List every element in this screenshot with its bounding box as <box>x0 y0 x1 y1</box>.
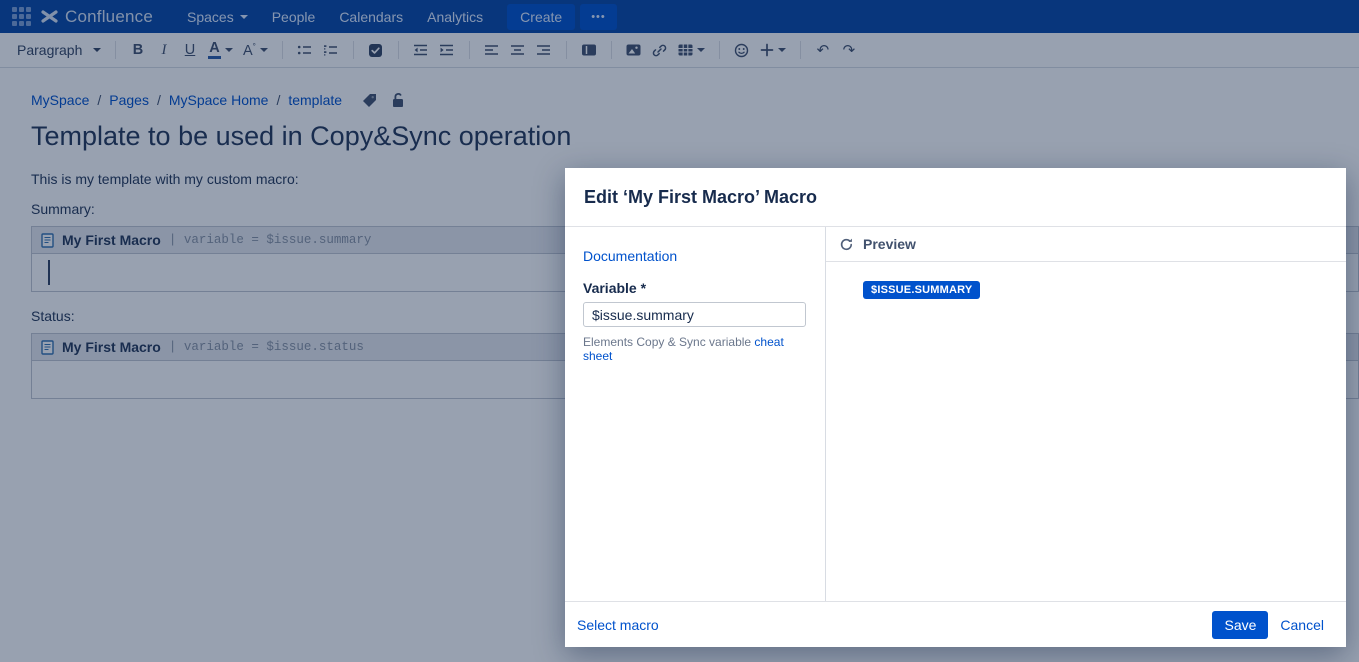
documentation-link[interactable]: Documentation <box>583 248 677 264</box>
macro-preview-panel: Preview $ISSUE.SUMMARY <box>825 227 1346 601</box>
dialog-body: Documentation Variable * Elements Copy &… <box>565 227 1346 601</box>
preview-title: Preview <box>863 236 916 252</box>
dialog-footer: Select macro Save Cancel <box>565 601 1346 647</box>
edit-macro-dialog: Edit ‘My First Macro’ Macro Documentatio… <box>565 168 1346 647</box>
variable-input[interactable] <box>583 302 806 327</box>
macro-form-panel: Documentation Variable * Elements Copy &… <box>565 227 825 601</box>
save-button[interactable]: Save <box>1212 611 1268 639</box>
refresh-icon[interactable] <box>839 237 854 252</box>
dialog-title: Edit ‘My First Macro’ Macro <box>584 187 817 208</box>
dialog-header: Edit ‘My First Macro’ Macro <box>565 168 1346 227</box>
preview-header: Preview <box>826 227 1346 262</box>
variable-helper-text: Elements Copy & Sync variable cheat shee… <box>583 335 807 363</box>
variable-preview-badge: $ISSUE.SUMMARY <box>863 281 980 299</box>
cancel-button[interactable]: Cancel <box>1280 617 1324 633</box>
variable-field-label: Variable * <box>583 280 807 296</box>
preview-area: $ISSUE.SUMMARY <box>826 262 1346 601</box>
select-macro-link[interactable]: Select macro <box>577 617 659 633</box>
